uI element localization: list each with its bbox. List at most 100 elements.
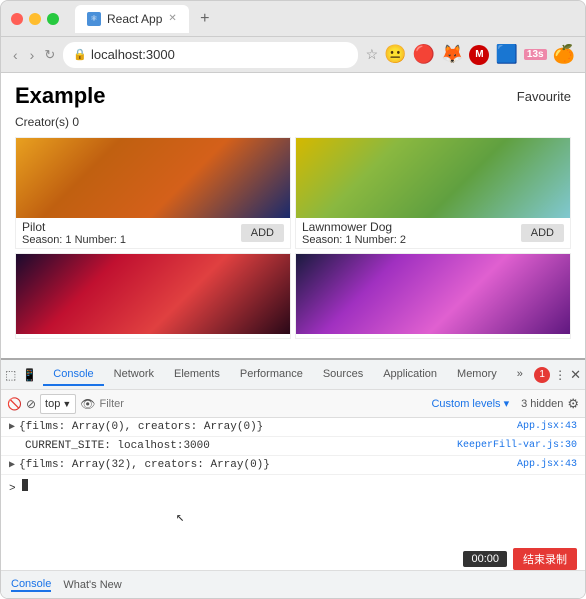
reload-button[interactable]: ↻ [44,47,55,63]
film-thumbnail [16,254,290,334]
tab-close-icon[interactable]: ✕ [168,13,176,24]
expand-arrow-icon[interactable]: ▶ [9,421,15,433]
new-tab-button[interactable]: + [193,7,217,31]
recording-bar: 00:00 结束录制 [463,548,577,570]
extension-icon-2[interactable]: 🦊 [441,44,463,65]
title-bar: ⚛ React App ✕ + [1,1,585,37]
tab-performance[interactable]: Performance [230,364,313,386]
tab-favicon: ⚛ [87,12,101,26]
profile-icon[interactable]: 😐 [384,44,406,65]
film-info [16,334,290,338]
settings-icon[interactable]: ⚙ [567,396,579,412]
console-prompt[interactable]: > [1,475,585,499]
expand-arrow-icon[interactable]: ▶ [9,459,15,471]
creators-label: Creator(s) 0 [15,115,571,129]
bookmark-icon[interactable]: ☆ [366,46,379,63]
tab-memory[interactable]: Memory [447,364,507,386]
console-text: {films: Array(0), creators: Array(0)} [19,421,263,433]
console-text: CURRENT_SITE: localhost:3000 [25,440,210,452]
console-output-wrapper: ▶ {films: Array(0), creators: Array(0)} … [1,418,585,598]
film-thumbnail [16,138,290,218]
film-thumbnail [296,138,570,218]
console-file-link[interactable]: App.jsx:43 [517,459,577,470]
maximize-button[interactable] [47,13,59,25]
tab-elements[interactable]: Elements [164,364,230,386]
filter-input[interactable] [99,398,423,410]
page-title-row: Example Favourite [15,83,571,109]
page-body: Example Favourite Creator(s) 0 Pilot Sea… [1,73,585,358]
devtools-mobile-icon[interactable]: 📱 [22,368,37,382]
cursor-indicator [22,479,28,491]
film-card [15,253,291,339]
prompt-symbol: > [9,483,22,495]
browser-window: ⚛ React App ✕ + ‹ › ↻ 🔒 localhost:3000 ☆… [0,0,586,599]
close-button[interactable] [11,13,23,25]
film-name: Pilot [22,220,126,234]
devtools-close-icon[interactable]: ✕ [570,367,581,383]
context-select[interactable]: top ▼ [40,394,76,414]
url-bar[interactable]: 🔒 localhost:3000 [63,42,357,68]
bottom-tab-whats-new[interactable]: What's New [63,579,121,591]
film-info: Lawnmower Dog Season: 1 Number: 2 ADD [296,218,570,248]
console-row[interactable]: CURRENT_SITE: localhost:3000 KeeperFill-… [1,437,585,456]
filter-input-area[interactable] [99,394,423,414]
context-value: top [45,398,60,410]
url-text: localhost:3000 [91,47,175,62]
gmail-icon[interactable]: M [469,45,489,65]
tab-application[interactable]: Application [373,364,447,386]
hidden-count: 3 hidden [521,398,563,410]
favourite-button[interactable]: Favourite [517,89,571,104]
devtools-panel: ⬚ 📱 Console Network Elements Performance… [1,358,585,598]
devtools-menu-icon[interactable]: ⋮ [554,368,566,382]
tab-more[interactable]: » [507,364,533,386]
address-bar: ‹ › ↻ 🔒 localhost:3000 ☆ 😐 🔴 🦊 M 🟦 13s 🍊 [1,37,585,73]
add-film-button[interactable]: ADD [241,224,284,242]
console-row-left: ▶ {films: Array(0), creators: Array(0)} [9,421,263,433]
film-details: Lawnmower Dog Season: 1 Number: 2 [302,220,406,246]
tab-sources[interactable]: Sources [313,364,373,386]
extension-icon-3[interactable]: 🟦 [495,44,517,65]
clear-console-icon[interactable]: 🚫 [7,397,22,411]
page-title: Example [15,83,106,109]
recording-timer: 00:00 [463,551,507,567]
stop-recording-button[interactable]: 结束录制 [513,548,577,570]
film-season: Season: 1 Number: 2 [302,234,406,246]
film-name: Lawnmower Dog [302,220,406,234]
filter-toggle-icon[interactable]: ⊘ [26,397,36,411]
tab-network[interactable]: Network [104,364,164,386]
film-thumbnail [296,254,570,334]
film-card [295,253,571,339]
toolbar-icons: ☆ 😐 🔴 🦊 M 🟦 13s 🍊 [366,44,575,65]
chevron-down-icon: ▼ [62,399,71,409]
bottom-tab-console[interactable]: Console [11,578,51,592]
custom-levels-dropdown[interactable]: Custom levels ▾ [427,396,513,411]
console-row[interactable]: ▶ {films: Array(32), creators: Array(0)}… [1,456,585,475]
film-card: Lawnmower Dog Season: 1 Number: 2 ADD [295,137,571,249]
console-row-left: CURRENT_SITE: localhost:3000 [9,440,210,452]
error-badge: 1 [534,367,550,383]
forward-button[interactable]: › [28,45,37,65]
extension-icon-1[interactable]: 🔴 [413,44,435,65]
mouse-cursor-icon: ↖ [176,509,184,526]
film-details: Pilot Season: 1 Number: 1 [22,220,126,246]
devtools-icons: 1 ⋮ ✕ [534,367,581,383]
extension-badge[interactable]: 13s [524,49,547,60]
console-row[interactable]: ▶ {films: Array(0), creators: Array(0)} … [1,418,585,437]
console-file-link[interactable]: App.jsx:43 [517,421,577,432]
back-button[interactable]: ‹ [11,45,20,65]
add-film-button[interactable]: ADD [521,224,564,242]
film-info [296,334,570,338]
console-file-link[interactable]: KeeperFill-var.js:30 [457,440,577,451]
eye-icon[interactable]: 👁 [80,397,95,411]
active-tab[interactable]: ⚛ React App ✕ [75,5,189,33]
minimize-button[interactable] [29,13,41,25]
console-row-left: ▶ {films: Array(32), creators: Array(0)} [9,459,270,471]
extension-icon-4[interactable]: 🍊 [553,44,575,65]
console-empty-space: ↖ [1,499,585,539]
film-info: Pilot Season: 1 Number: 1 ADD [16,218,290,248]
devtools-bottom-bar: Console What's New [1,570,585,598]
devtools-toolbar: 🚫 ⊘ top ▼ 👁 Custom levels ▾ 3 hidden ⚙ [1,390,585,418]
devtools-inspect-icon[interactable]: ⬚ [5,368,16,382]
console-text: {films: Array(32), creators: Array(0)} [19,459,270,471]
tab-console[interactable]: Console [43,364,103,386]
